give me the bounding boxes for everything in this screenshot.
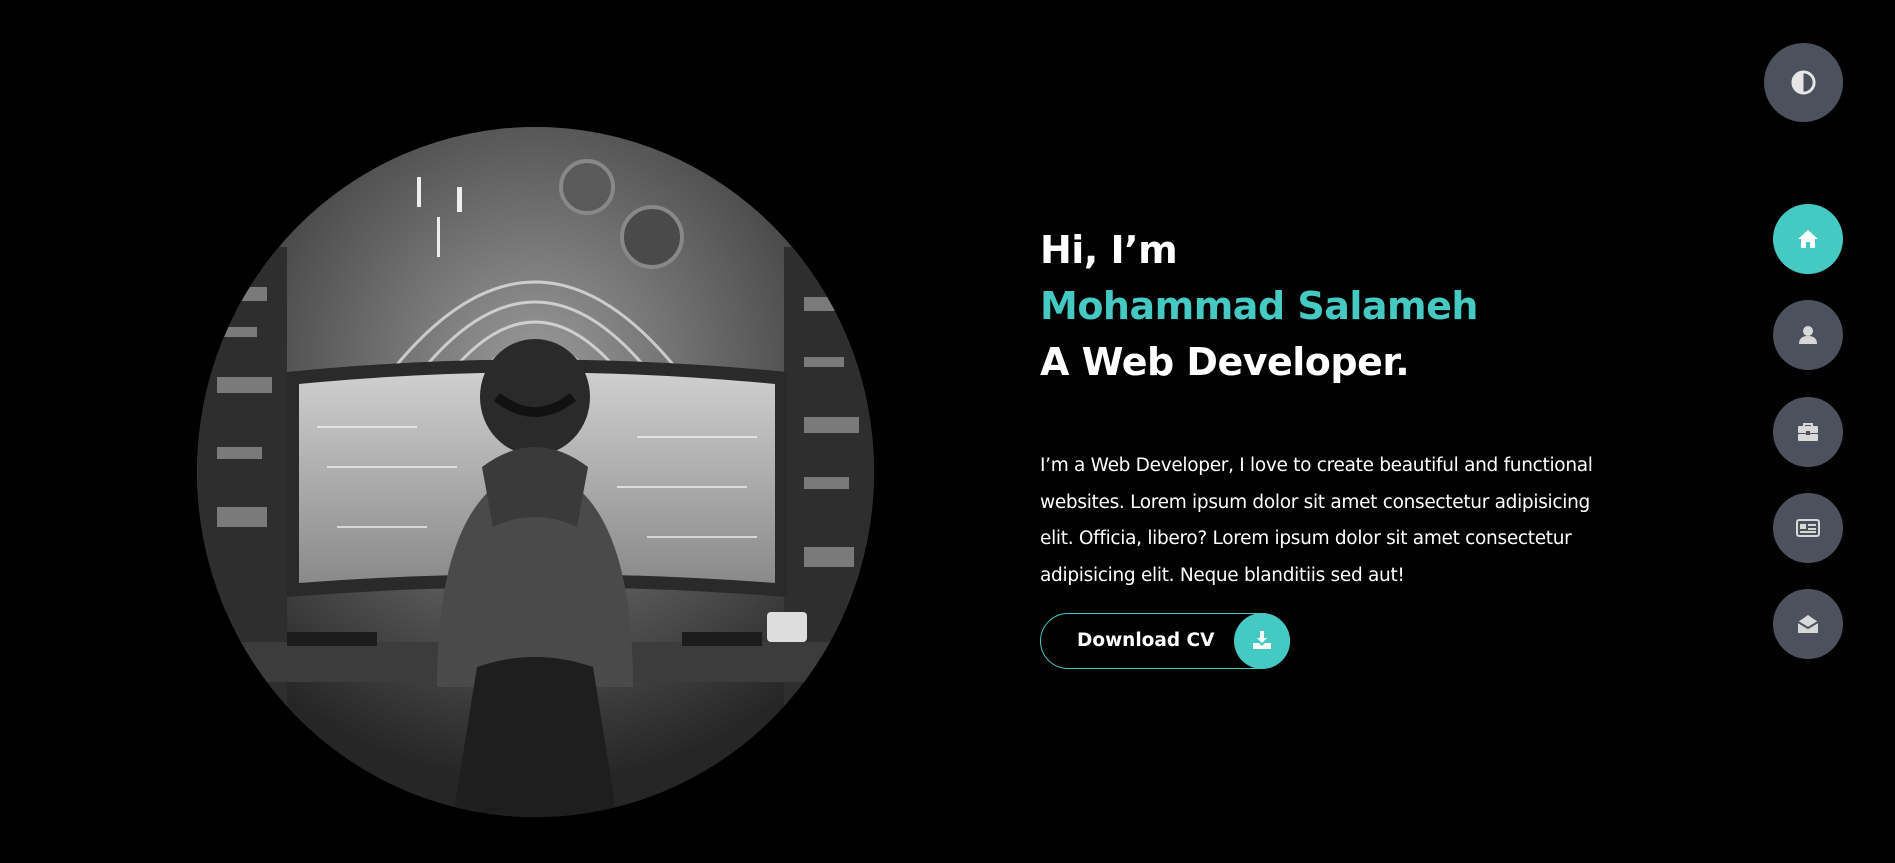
hero-intro: Hi, I’m Mohammad Salameh A Web Developer… (1040, 222, 1610, 613)
hero-bio: I’m a Web Developer, I love to create be… (1040, 455, 1593, 586)
home-icon (1798, 230, 1818, 248)
hero-greeting: Hi, I’m (1040, 228, 1178, 272)
nav-portfolio-button[interactable] (1773, 397, 1843, 467)
briefcase-icon (1798, 423, 1818, 441)
download-cv-label: Download CV (1077, 630, 1215, 651)
page: Hi, I’m Mohammad Salameh A Web Developer… (0, 0, 1895, 863)
hero-role: A Web Developer. (1040, 340, 1410, 384)
envelope-open-icon (1797, 615, 1819, 633)
nav-blog-button[interactable] (1773, 493, 1843, 563)
nav-about-button[interactable] (1773, 300, 1843, 370)
download-icon (1234, 613, 1290, 669)
nav-contact-button[interactable] (1773, 589, 1843, 659)
theme-toggle-button[interactable] (1764, 43, 1843, 122)
download-cv-button[interactable]: Download CV (1040, 613, 1290, 669)
user-icon (1799, 326, 1817, 344)
contrast-icon (1791, 70, 1816, 95)
hero-portrait-image (197, 127, 874, 817)
hero-name: Mohammad Salameh (1040, 284, 1478, 328)
nav-home-button[interactable] (1773, 204, 1843, 274)
newspaper-icon (1796, 519, 1820, 537)
